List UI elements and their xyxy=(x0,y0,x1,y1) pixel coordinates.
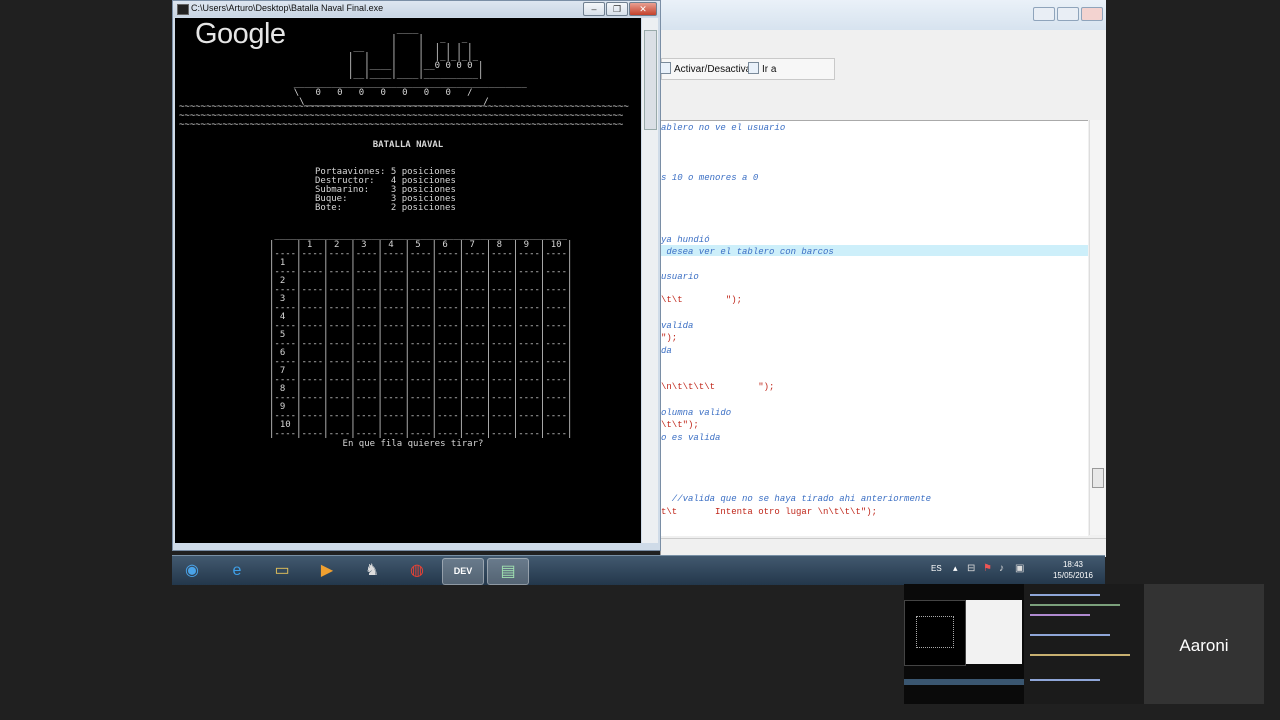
editor-toolbar: Activar/Desactivar Ir a xyxy=(660,58,835,80)
code-line: ya hundió xyxy=(661,235,710,245)
code-line: s 10 o menores a 0 xyxy=(661,173,759,183)
clock[interactable]: 18:43 15/05/2016 xyxy=(1053,559,1093,581)
file-explorer-glyph: ▭ xyxy=(274,562,290,579)
code-line: //valida que no se haya tirado ahi anter… xyxy=(661,494,932,504)
start-orb[interactable]: ◉ xyxy=(172,558,212,583)
console-minimize-button[interactable]: – xyxy=(583,2,605,16)
participant-name: Aaroni xyxy=(1179,636,1229,655)
editor-scrollbar[interactable] xyxy=(1089,120,1105,535)
console-title: C:\Users\Arturo\Desktop\Batalla Naval Fi… xyxy=(191,3,384,13)
internet-explorer-icon[interactable]: e xyxy=(217,558,257,583)
ship-ascii-art: ____ | | _ _ __ | | | | | | | | | | |_|_… xyxy=(293,25,527,107)
console-output[interactable]: Google ____ | | _ _ __ | | | | | | | | |… xyxy=(175,18,641,543)
language-indicator[interactable]: ES xyxy=(931,564,942,573)
editor-maximize-button[interactable] xyxy=(1057,7,1079,21)
input-prompt: En que fila quieres tirar? xyxy=(342,439,484,449)
console-scrollbar[interactable] xyxy=(642,18,658,543)
editor-scroll-thumb[interactable] xyxy=(1092,468,1104,488)
editor-close-button[interactable] xyxy=(1081,7,1103,21)
console-scroll-thumb[interactable] xyxy=(644,30,657,130)
code-editor-window: Activar/Desactivar Ir a ablero no ve el … xyxy=(660,0,1106,557)
inkscape-icon[interactable]: ♞ xyxy=(352,558,392,583)
toggle-icon xyxy=(660,62,671,74)
internet-explorer-glyph: e xyxy=(232,562,242,579)
code-line: "); xyxy=(661,333,678,343)
screen-share-thumbnail-2[interactable] xyxy=(1024,584,1144,704)
goto-icon xyxy=(748,62,759,74)
toggle-breakpoint-button[interactable]: Activar/Desactivar xyxy=(660,62,755,75)
console-app-glyph: ▤ xyxy=(500,563,516,580)
action-center-icon[interactable]: ⚑ xyxy=(983,563,992,574)
screen-share-thumbnail-1[interactable] xyxy=(904,584,1024,704)
console-restore-button[interactable]: ❐ xyxy=(606,2,628,16)
code-area[interactable]: ablero no ve el usuario s 10 o menores a … xyxy=(661,120,1088,536)
file-explorer-icon[interactable]: ▭ xyxy=(262,558,302,583)
participant-tile[interactable]: Aaroni xyxy=(1144,584,1264,704)
editor-minimize-button[interactable] xyxy=(1033,7,1055,21)
code-line: olumna valido xyxy=(661,408,732,418)
game-heading: BATALLA NAVAL xyxy=(372,140,444,150)
media-player-glyph: ▶ xyxy=(320,562,334,579)
display-icon[interactable]: ▣ xyxy=(1015,563,1024,574)
code-line: o es valida xyxy=(661,433,721,443)
code-line: \t\t "); xyxy=(661,295,743,305)
code-line: t\t Intenta otro lugar \n\t\t\t"); xyxy=(661,507,878,517)
chrome-glyph: ◍ xyxy=(410,562,424,579)
game-board: ________________________________________… xyxy=(269,231,573,439)
chrome-icon[interactable]: ◍ xyxy=(397,558,437,583)
sea-waves-art: ~~~~~~~~~~~~~~~~~~~~~~~~~~~~~~~~~~~~~~~~… xyxy=(179,102,629,130)
code-line: \n\t\t\t\t "); xyxy=(661,382,775,392)
taskbar: ◉ e ▭ ▶ ♞ ◍ DEV ▤ ES ▴ ⊟ ⚑ ♪ ▣ 18:43 15/05/2016 xyxy=(172,555,1105,585)
console-close-button[interactable]: ✕ xyxy=(629,2,657,16)
console-window: C:\Users\Arturo\Desktop\Batalla Naval Fi… xyxy=(172,0,661,551)
network-icon[interactable]: ⊟ xyxy=(967,563,975,574)
ships-list: Portaaviones: 5 posiciones Destructor: 4… xyxy=(315,167,456,213)
code-line: valida xyxy=(661,321,694,331)
code-line: desea ver el tablero con barcos xyxy=(661,247,834,257)
volume-icon[interactable]: ♪ xyxy=(999,563,1004,574)
goto-button[interactable]: Ir a xyxy=(748,62,776,75)
code-line: usuario xyxy=(661,272,699,282)
devcpp-icon[interactable]: DEV xyxy=(442,558,484,585)
console-app-icon[interactable]: ▤ xyxy=(487,558,529,585)
media-player-icon[interactable]: ▶ xyxy=(307,558,347,583)
code-line: da xyxy=(661,346,672,356)
inkscape-glyph: ♞ xyxy=(364,562,380,579)
start-orb-glyph: ◉ xyxy=(185,562,199,579)
code-line: ablero no ve el usuario xyxy=(661,123,786,133)
show-hidden-icons[interactable]: ▴ xyxy=(953,563,958,574)
devcpp-glyph: DEV xyxy=(453,566,473,576)
console-app-icon xyxy=(177,4,189,15)
system-tray: ES ▴ ⊟ ⚑ ♪ ▣ 18:43 15/05/2016 xyxy=(925,556,1105,585)
code-line: \t\t"); xyxy=(661,420,699,430)
